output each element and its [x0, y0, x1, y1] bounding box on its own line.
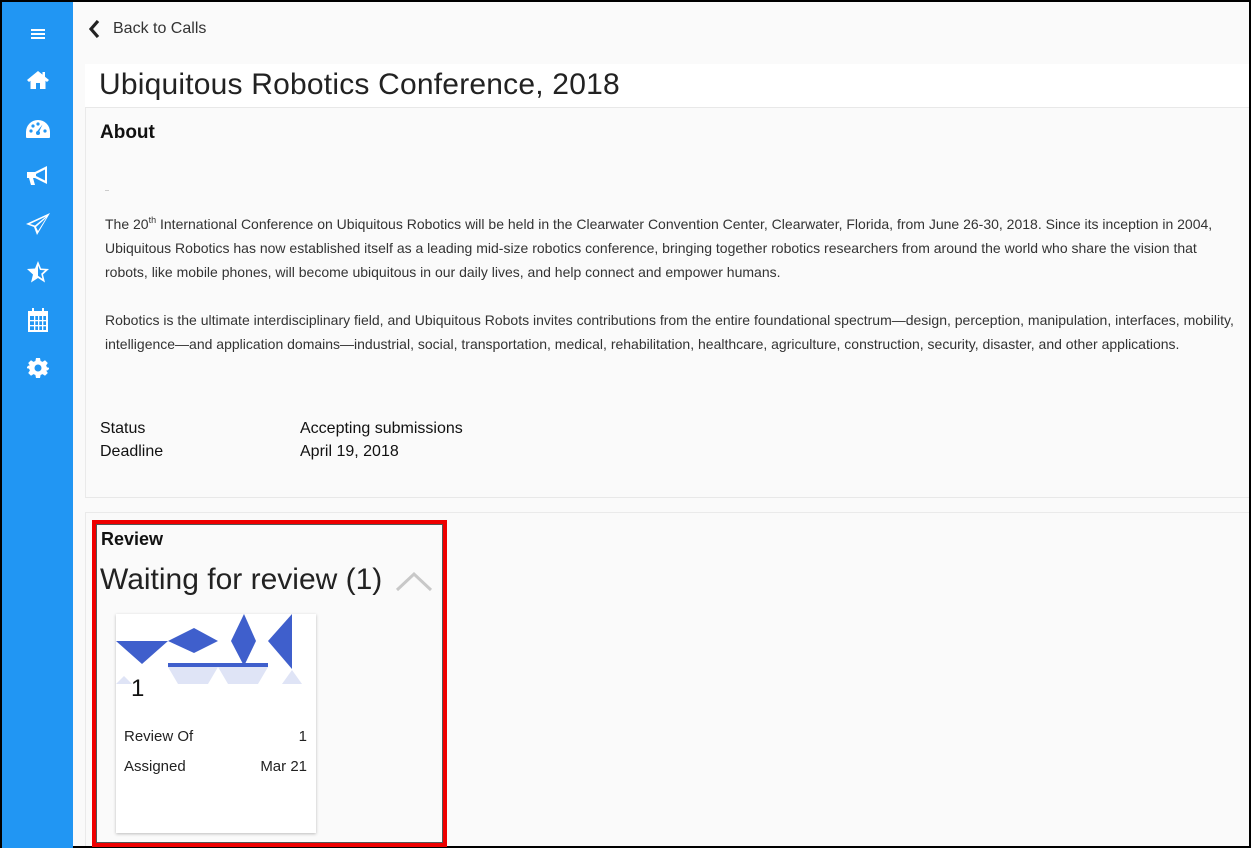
menu-button[interactable] [2, 18, 73, 50]
waiting-for-review-header[interactable]: Waiting for review (1) [100, 563, 382, 597]
p1-prefix: The 20 [105, 216, 149, 232]
page-header: Ubiquitous Robotics Conference, 2018 [85, 64, 1249, 108]
deadline-label: Deadline [100, 443, 164, 460]
paper-plane-icon [25, 213, 50, 235]
status-value: Accepting submissions [300, 420, 463, 437]
about-heading: About [100, 122, 155, 143]
home-icon [26, 71, 49, 89]
back-to-calls-link[interactable]: Back to Calls [89, 20, 206, 38]
about-paragraph-2: Robotics is the ultimate interdisciplina… [105, 312, 1234, 352]
review-of-value: 1 [298, 728, 307, 745]
pattern-faded-triangle-1 [168, 667, 218, 684]
assigned-row: Assigned Mar 21 [124, 752, 307, 782]
sidebar-item-calendar[interactable] [2, 304, 73, 336]
status-label: Status [100, 420, 146, 437]
p1-superscript: th [148, 215, 157, 225]
call-meta: Status Accepting submissions Deadline Ap… [100, 417, 463, 463]
card-pattern-image [116, 614, 302, 684]
card-number: 1 [131, 675, 145, 702]
chevron-up-icon[interactable] [395, 570, 433, 592]
back-to-calls-label: Back to Calls [113, 20, 207, 37]
review-of-row: Review Of 1 [124, 722, 307, 752]
calendar-icon [27, 308, 48, 332]
sidebar-item-submissions[interactable] [2, 208, 73, 240]
pattern-triangle-down [116, 641, 168, 664]
deadline-row: Deadline April 19, 2018 [100, 440, 463, 463]
gear-icon [26, 358, 49, 378]
sidebar-item-dashboard[interactable] [2, 113, 73, 145]
review-of-label: Review Of [124, 728, 194, 745]
review-card[interactable]: 1 Review Of 1 Assigned Mar 21 [116, 614, 316, 833]
sidebar [2, 2, 73, 848]
about-section: About The 20th International Conference … [85, 108, 1249, 498]
pattern-diamond-horizontal [168, 628, 218, 653]
sidebar-item-home[interactable] [2, 64, 73, 96]
about-paragraph-1: The 20th International Conference on Ubi… [105, 212, 1241, 284]
sidebar-item-settings[interactable] [2, 352, 73, 384]
menu-icon [30, 29, 45, 39]
main-content: Back to Calls Ubiquitous Robotics Confer… [73, 2, 1249, 847]
status-row: Status Accepting submissions [100, 417, 463, 440]
pattern-bar [168, 663, 268, 667]
review-heading: Review [101, 529, 164, 549]
decorative-dot [105, 190, 109, 191]
sidebar-item-calls[interactable] [2, 160, 73, 192]
pattern-faded-triangle-2 [218, 667, 268, 684]
card-details: Review Of 1 Assigned Mar 21 [124, 722, 307, 782]
deadline-value: April 19, 2018 [300, 443, 399, 460]
chevron-left-icon [89, 20, 100, 38]
megaphone-icon [26, 166, 47, 185]
pattern-diamond-vertical [231, 614, 256, 666]
pattern-faded-triangle-4 [116, 676, 132, 684]
assigned-value: Mar 21 [260, 758, 307, 775]
sidebar-item-reviews[interactable] [2, 256, 73, 288]
pattern-faded-triangle-3 [282, 670, 302, 684]
assigned-label: Assigned [124, 758, 186, 775]
dashboard-icon [25, 120, 50, 138]
pattern-triangle-left [268, 614, 292, 669]
page-title: Ubiquitous Robotics Conference, 2018 [99, 68, 620, 101]
star-half-icon [26, 261, 49, 283]
p1-body: International Conference on Ubiquitous R… [105, 216, 1213, 280]
